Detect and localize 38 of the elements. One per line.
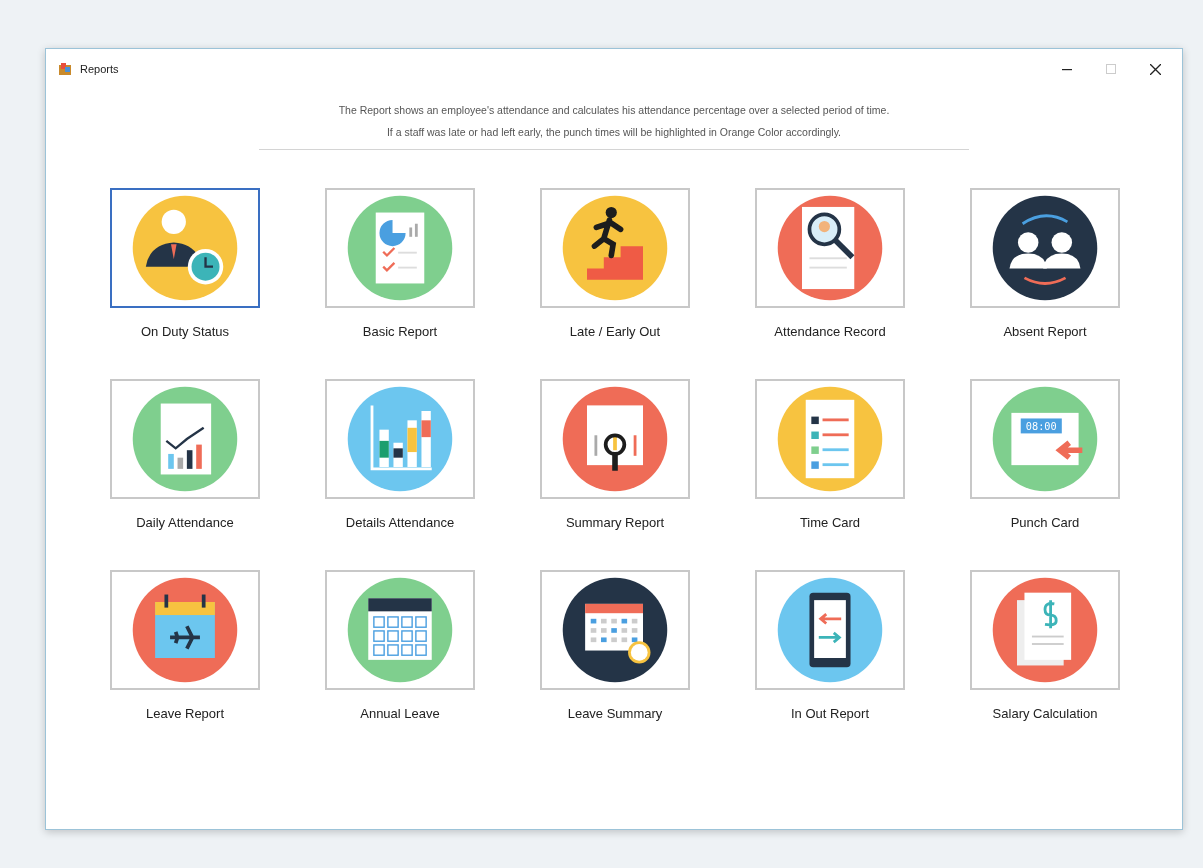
report-tile[interactable] [110,570,260,690]
report-label: Summary Report [565,515,665,530]
report-label: Leave Report [145,706,225,721]
report-tile[interactable] [325,188,475,308]
report-tile[interactable] [110,188,260,308]
description-text: The Report shows an employee's attendance and calculates his attendance percentage over a selected period of time. [337,103,891,118]
report-tile[interactable] [325,379,475,499]
report-tile[interactable] [540,379,690,499]
report-label: Absent Report [1003,324,1087,339]
report-label: In Out Report [790,706,869,721]
report-label: Punch Card [1010,515,1080,530]
report-tile[interactable] [970,570,1120,690]
report-label: Basic Report [362,324,438,339]
description-text: If a staff was late or had left early, the punch times will be highlighted in Orange Color accordingly. [385,125,843,140]
report-tile[interactable] [755,188,905,308]
report-tile[interactable] [540,570,690,690]
close-icon [1149,63,1161,75]
maximize-icon [1106,64,1116,74]
report-tile[interactable] [325,570,475,690]
window-title: Reports [80,63,119,75]
card-drawing [1011,412,1079,466]
report-tile[interactable] [970,188,1120,308]
app-icon [58,62,72,76]
report-label: Daily Attendance [136,515,234,530]
report-label: Time Card [799,515,861,530]
report-label: Annual Leave [360,706,440,721]
report-tile[interactable] [755,570,905,690]
report-label: Late / Early Out [569,324,661,339]
report-label: Details Attendance [345,515,455,530]
report-label: On Duty Status [140,324,230,339]
report-label: Leave Summary [567,706,663,721]
report-tile[interactable] [110,379,260,499]
report-label: Salary Calculation [992,706,1098,721]
report-label: Attendance Record [774,324,886,339]
clock-display-text: 08:00 [1025,420,1057,433]
report-tile[interactable] [540,188,690,308]
report-tile[interactable]: 08:00 [970,379,1120,499]
report-tile[interactable] [755,379,905,499]
